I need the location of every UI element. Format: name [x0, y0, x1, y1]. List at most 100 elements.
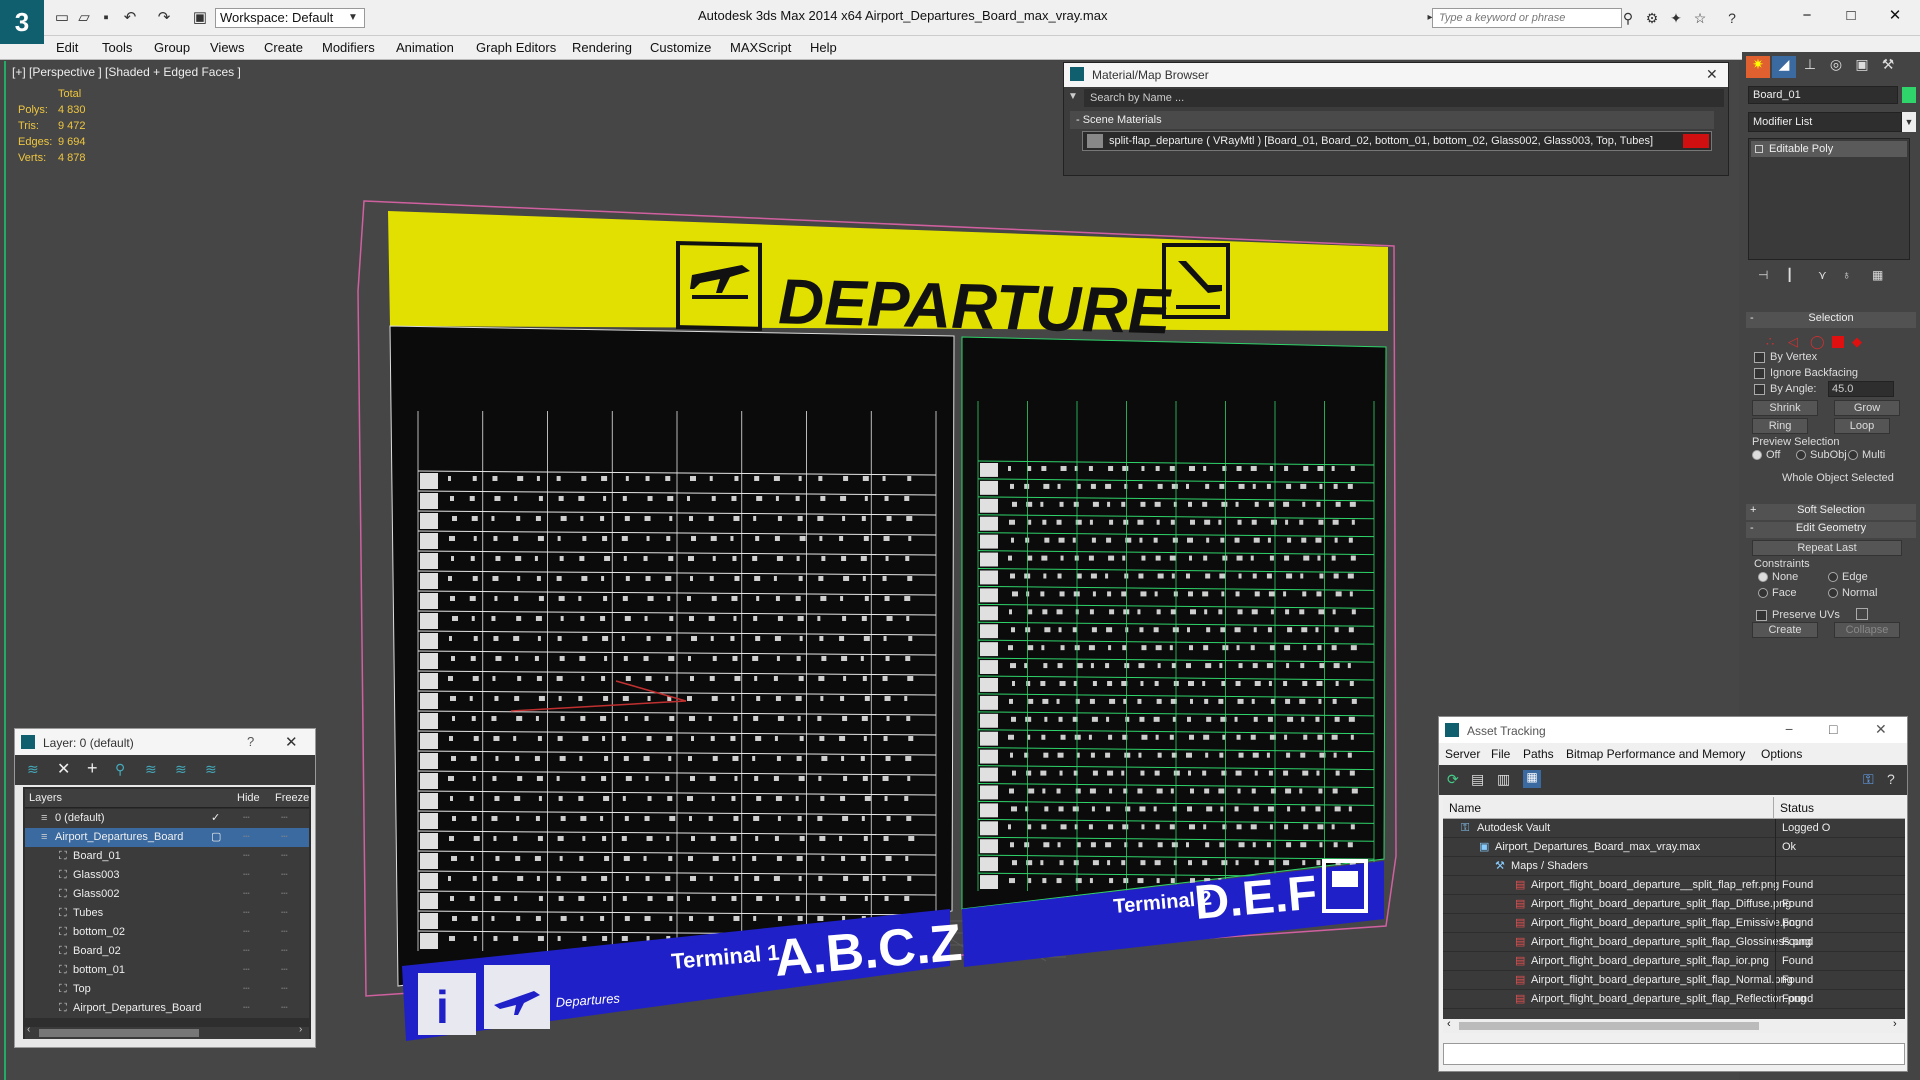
refresh-icon[interactable]: ⟳: [1447, 771, 1459, 788]
menu-views[interactable]: Views: [210, 40, 244, 55]
layer-row[interactable]: ≡ Airport_Departures_Board ▢ ┄ ┄: [25, 828, 309, 847]
constraint-none-radio[interactable]: [1758, 572, 1768, 582]
maximize-window-icon[interactable]: □: [1836, 4, 1866, 28]
asset-window-titlebar[interactable]: Asset Tracking − □ ✕: [1439, 717, 1907, 743]
hide-toggle[interactable]: ┄: [243, 961, 250, 980]
freeze-toggle[interactable]: ┄: [281, 999, 288, 1018]
object-color-swatch[interactable]: [1902, 87, 1916, 103]
grow-button[interactable]: Grow: [1834, 400, 1900, 416]
chevron-down-icon[interactable]: ▼: [343, 8, 363, 28]
col-layers[interactable]: Layers: [29, 789, 62, 808]
loop-button[interactable]: Loop: [1834, 418, 1890, 434]
by-angle-checkbox[interactable]: [1754, 384, 1765, 395]
hide-toggle[interactable]: ┄: [243, 809, 250, 828]
modifier-stack[interactable]: Editable Poly: [1748, 138, 1910, 260]
asset-row[interactable]: ⚿ Autodesk Vault Logged O: [1443, 819, 1905, 838]
asset-row[interactable]: ▤ Airport_flight_board_departure_split_fl…: [1443, 990, 1905, 1009]
menu-animation[interactable]: Animation: [396, 40, 454, 55]
preview-multi-radio[interactable]: [1848, 450, 1858, 460]
selection-rollout-header[interactable]: - Selection: [1746, 312, 1916, 328]
hide-toggle[interactable]: ┄: [243, 904, 250, 923]
freeze-all-layers-icon[interactable]: ≋: [205, 761, 217, 778]
asset-row[interactable]: ▤ Airport_flight_board_departure__split_f…: [1443, 876, 1905, 895]
border-mode-icon[interactable]: ◯: [1810, 334, 1825, 350]
col-hide[interactable]: Hide: [237, 789, 260, 808]
help-icon[interactable]: ?: [247, 734, 254, 749]
open-file-icon[interactable]: ▱: [74, 8, 94, 28]
show-end-result-icon[interactable]: ┃: [1786, 268, 1800, 282]
hide-toggle[interactable]: ┄: [243, 942, 250, 961]
preview-off-radio[interactable]: [1752, 450, 1762, 460]
chevron-down-icon[interactable]: ▼: [1902, 112, 1916, 132]
project-folder-icon[interactable]: ▣: [190, 8, 210, 28]
help-icon[interactable]: ?: [1887, 771, 1895, 787]
highlight-selected-layer-icon[interactable]: ≋: [145, 761, 157, 778]
list-view-icon[interactable]: ▤: [1471, 771, 1484, 788]
menu-group[interactable]: Group: [154, 40, 190, 55]
app-logo-icon[interactable]: 3: [0, 0, 44, 44]
menu-create[interactable]: Create: [264, 40, 303, 55]
layer-row[interactable]: ≡ 0 (default) ✓ ┄ ┄: [25, 809, 309, 828]
scroll-right-icon[interactable]: ›: [1893, 1018, 1897, 1030]
hide-toggle[interactable]: ┄: [243, 999, 250, 1018]
angle-spinner[interactable]: 45.0: [1828, 381, 1894, 397]
asset-row[interactable]: ▤ Airport_flight_board_departure_split_fl…: [1443, 895, 1905, 914]
ring-button[interactable]: Ring: [1752, 418, 1808, 434]
close-icon[interactable]: ✕: [1706, 66, 1718, 83]
close-icon[interactable]: ✕: [285, 733, 298, 751]
select-objects-in-layer-icon[interactable]: ⚲: [115, 761, 125, 778]
layer-manager-window[interactable]: Layer: 0 (default) ? ✕ ≋ ✕ + ⚲ ≋ ≋ ≋ Lay…: [14, 728, 316, 1048]
freeze-toggle[interactable]: ┄: [281, 828, 288, 847]
asset-row[interactable]: ⚒ Maps / Shaders: [1443, 857, 1905, 876]
constraint-edge-radio[interactable]: [1828, 572, 1838, 582]
material-browser-titlebar[interactable]: Material/Map Browser ✕: [1064, 63, 1728, 87]
delete-layer-icon[interactable]: ✕: [57, 759, 70, 779]
maximize-window-icon[interactable]: □: [1829, 721, 1837, 737]
hide-toggle[interactable]: ┄: [243, 885, 250, 904]
hide-toggle[interactable]: ┄: [243, 980, 250, 999]
freeze-toggle[interactable]: ┄: [281, 885, 288, 904]
material-search-input[interactable]: Search by Name ...: [1084, 89, 1724, 107]
display-tab-icon[interactable]: ▣: [1850, 56, 1874, 78]
asset-row[interactable]: ▤ Airport_flight_board_departure_split_fl…: [1443, 971, 1905, 990]
current-layer-check-icon[interactable]: ▢: [211, 828, 221, 847]
subscription-icon[interactable]: ⚙: [1642, 8, 1662, 28]
shrink-button[interactable]: Shrink: [1752, 400, 1818, 416]
col-freeze[interactable]: Freeze: [275, 789, 309, 808]
close-window-icon[interactable]: ✕: [1880, 4, 1910, 28]
col-name[interactable]: Name: [1449, 797, 1481, 819]
asset-tracking-window[interactable]: Asset Tracking − □ ✕ Server File Paths B…: [1438, 716, 1908, 1072]
menu-maxscript[interactable]: MAXScript: [730, 40, 791, 55]
help-icon[interactable]: ?: [1722, 8, 1742, 28]
options-chevron-icon[interactable]: ▼: [1068, 91, 1080, 105]
layer-row[interactable]: ⛶ Board_01 ┄ ┄: [25, 847, 309, 866]
add-to-layer-icon[interactable]: +: [87, 758, 98, 779]
new-layer-icon[interactable]: ≋: [27, 761, 39, 778]
vault-login-icon[interactable]: ⚿: [1863, 771, 1874, 788]
asset-row[interactable]: ▤ Airport_flight_board_departure_split_fl…: [1443, 933, 1905, 952]
material-map-browser[interactable]: Material/Map Browser ✕ ▼ Search by Name …: [1063, 62, 1729, 176]
soft-selection-rollout-header[interactable]: + Soft Selection: [1746, 504, 1916, 520]
freeze-toggle[interactable]: ┄: [281, 866, 288, 885]
asset-path-field[interactable]: [1443, 1043, 1905, 1065]
communication-icon[interactable]: ✦: [1666, 8, 1686, 28]
menu-rendering[interactable]: Rendering: [572, 40, 632, 55]
freeze-toggle[interactable]: ┄: [281, 923, 288, 942]
new-file-icon[interactable]: ▭: [52, 8, 72, 28]
hide-toggle[interactable]: ┄: [243, 923, 250, 942]
layer-row[interactable]: ⛶ Airport_Departures_Board ┄ ┄: [25, 999, 309, 1018]
modify-tab-icon[interactable]: ◢: [1772, 56, 1796, 78]
scroll-left-icon[interactable]: ‹: [1447, 1018, 1451, 1030]
menu-help[interactable]: Help: [810, 40, 837, 55]
asset-row[interactable]: ▤ Airport_flight_board_departure_split_fl…: [1443, 952, 1905, 971]
table-view-icon[interactable]: ▦: [1523, 770, 1541, 788]
modifier-list-dropdown[interactable]: Modifier List: [1748, 112, 1902, 132]
asset-menu-file[interactable]: File: [1491, 747, 1510, 761]
freeze-toggle[interactable]: ┄: [281, 809, 288, 828]
layer-row[interactable]: ⛶ bottom_02 ┄ ┄: [25, 923, 309, 942]
constraint-normal-radio[interactable]: [1828, 588, 1838, 598]
edge-mode-icon[interactable]: ◁: [1788, 334, 1798, 350]
scroll-left-icon[interactable]: ‹: [27, 1024, 30, 1035]
hierarchy-tab-icon[interactable]: ⊥: [1798, 56, 1822, 78]
configure-sets-icon[interactable]: ▦: [1872, 268, 1888, 282]
